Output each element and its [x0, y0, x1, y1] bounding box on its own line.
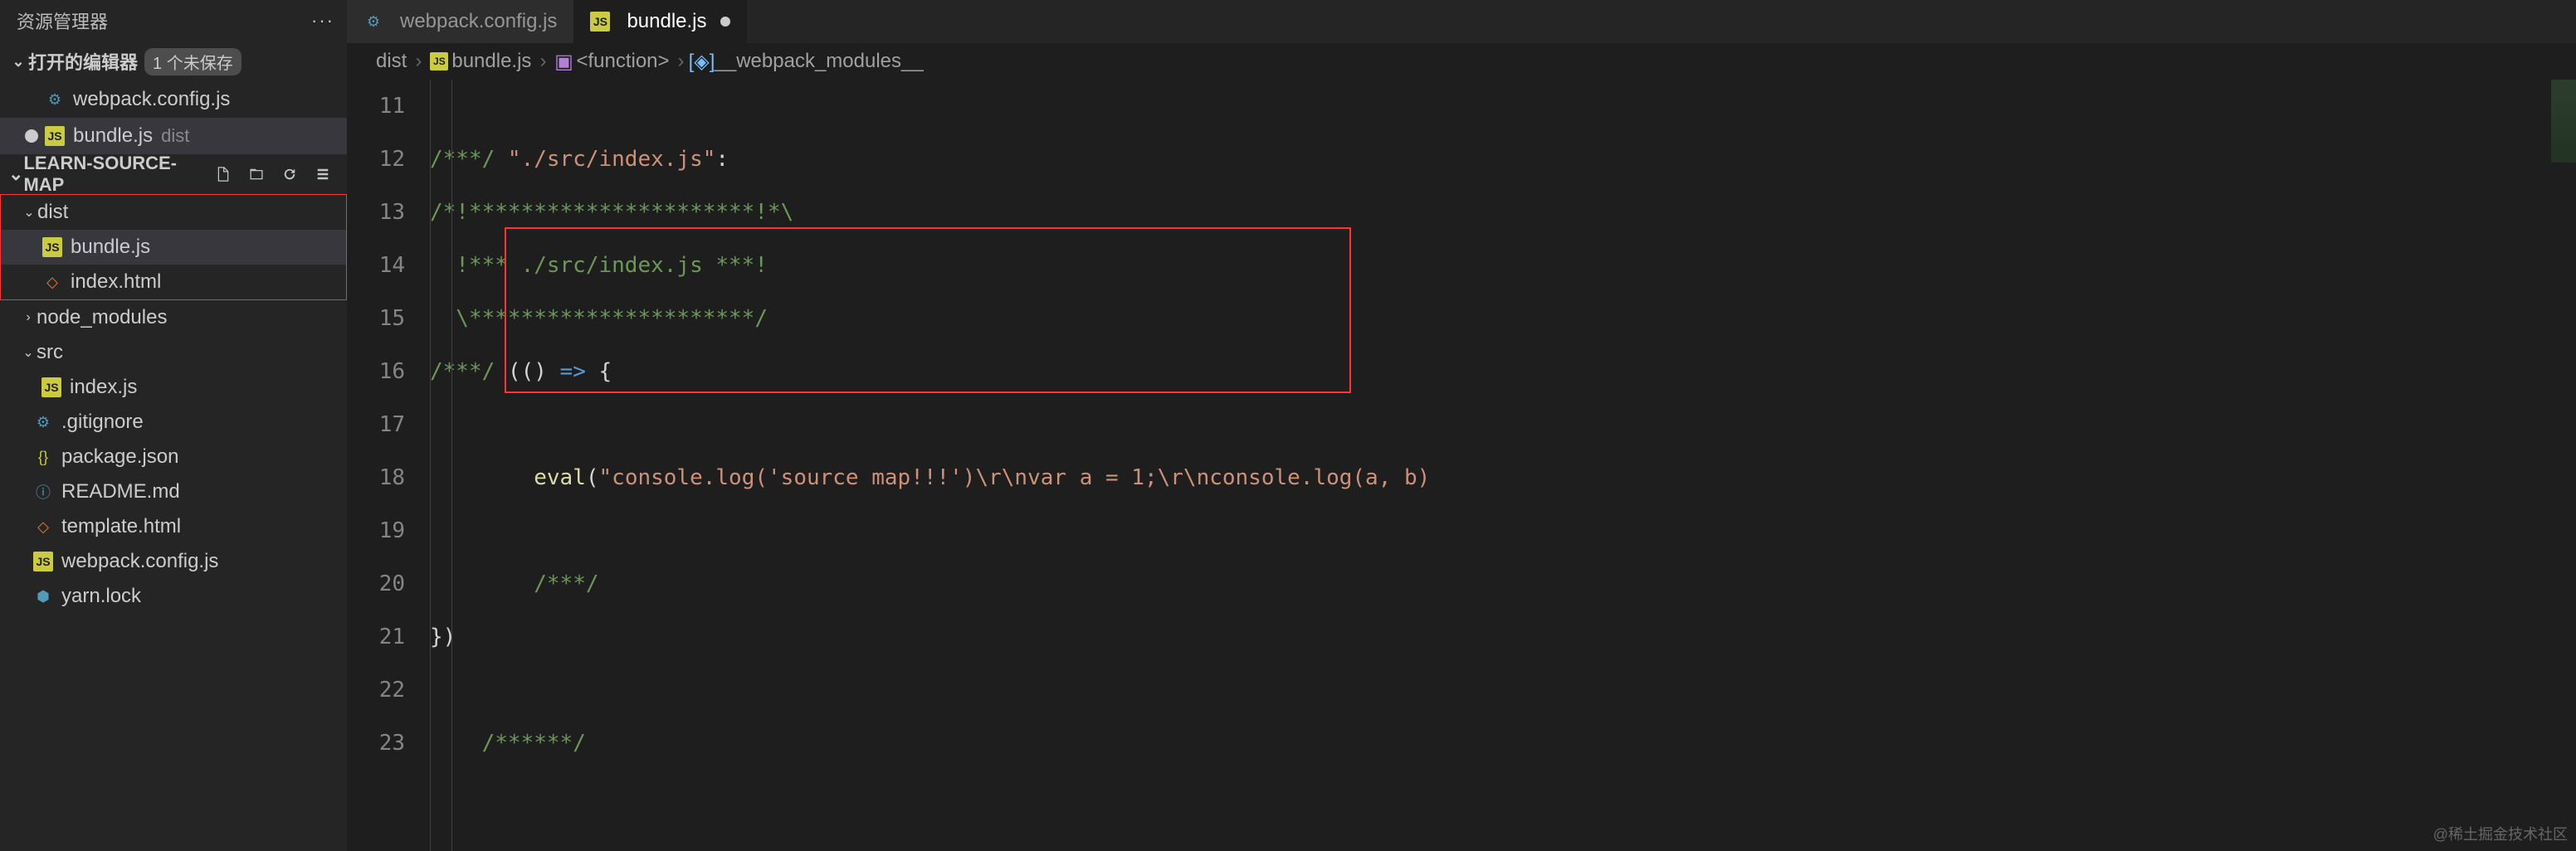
file-label: index.html	[71, 270, 161, 294]
folder-dist[interactable]: ⌄ dist	[1, 195, 346, 230]
file-yarn-lock[interactable]: ⬢ yarn.lock	[0, 579, 347, 614]
folder-node-modules[interactable]: › node_modules	[0, 300, 347, 335]
symbol-icon: [◈]	[693, 52, 711, 71]
file-package-json[interactable]: {} package.json	[0, 440, 347, 474]
watermark: @稀土掘金技术社区	[2433, 823, 2568, 844]
project-name: LEARN-SOURCE-MAP	[23, 153, 212, 196]
chevron-down-icon: ⌄	[20, 344, 37, 361]
tab-label: webpack.config.js	[400, 10, 557, 33]
file-label: yarn.lock	[61, 585, 141, 608]
explorer-header: 资源管理器 ···	[0, 0, 347, 41]
file-label: webpack.config.js	[61, 550, 218, 573]
collapse-icon[interactable]	[311, 163, 334, 186]
chevron-down-icon: ⌄	[8, 53, 28, 71]
cube-icon: ▣	[554, 52, 573, 71]
open-editor-item[interactable]: JS bundle.js dist	[0, 118, 347, 154]
html-icon: ◇	[33, 517, 53, 537]
gear-icon: ⚙	[33, 412, 53, 432]
file-gitignore[interactable]: ⚙ .gitignore	[0, 405, 347, 440]
minimap[interactable]	[2551, 80, 2576, 851]
file-label: bundle.js	[73, 124, 153, 148]
chevron-down-icon: ⌄	[21, 204, 37, 221]
project-actions	[212, 163, 347, 186]
folder-src[interactable]: ⌄ src	[0, 335, 347, 370]
tab-bar: ⚙ webpack.config.js JS bundle.js	[347, 0, 2576, 43]
line-gutter: 111213 141516 171819 202122 23	[347, 80, 430, 851]
file-label: .gitignore	[61, 411, 144, 434]
chevron-down-icon: ⌄	[8, 163, 23, 185]
chevron-right-icon: ›	[20, 310, 37, 325]
new-folder-icon[interactable]	[245, 163, 268, 186]
js-icon: JS	[590, 12, 610, 32]
info-icon: ⓘ	[33, 482, 53, 502]
tab-label: bundle.js	[627, 10, 706, 33]
modified-dot-icon	[25, 129, 38, 143]
file-index-html[interactable]: ◇ index.html	[1, 265, 346, 299]
file-label: package.json	[61, 445, 178, 469]
refresh-icon[interactable]	[278, 163, 301, 186]
js-icon: JS	[430, 52, 448, 71]
breadcrumb-part[interactable]: __webpack_modules__	[715, 50, 924, 73]
file-webpack-config[interactable]: JS webpack.config.js	[0, 544, 347, 579]
tab-bundle-js[interactable]: JS bundle.js	[573, 0, 746, 43]
lock-icon: ⬢	[33, 586, 53, 606]
json-icon: {}	[33, 447, 53, 467]
js-icon: JS	[33, 552, 53, 571]
folder-label: src	[37, 341, 63, 364]
file-label: template.html	[61, 515, 181, 538]
more-icon[interactable]: ···	[311, 10, 334, 32]
open-editors-section[interactable]: ⌄ 打开的编辑器 1 个未保存	[0, 41, 347, 81]
explorer-title: 资源管理器	[17, 7, 311, 34]
code-content[interactable]: /***/ "./src/index.js": /*!*************…	[430, 80, 2551, 851]
folder-label: dist	[37, 201, 68, 224]
new-file-icon[interactable]	[212, 163, 235, 186]
unsaved-badge: 1 个未保存	[144, 48, 242, 75]
editor-area: ⚙ webpack.config.js JS bundle.js dist › …	[347, 0, 2576, 851]
chevron-right-icon: ›	[415, 50, 422, 73]
file-label: index.js	[70, 376, 137, 399]
modified-placeholder	[25, 93, 38, 106]
chevron-right-icon: ›	[678, 50, 685, 73]
file-template-html[interactable]: ◇ template.html	[0, 509, 347, 544]
sidebar: 资源管理器 ··· ⌄ 打开的编辑器 1 个未保存 ⚙ webpack.conf…	[0, 0, 347, 851]
js-icon: JS	[41, 377, 61, 397]
gear-icon: ⚙	[45, 90, 65, 109]
open-editors-label: 打开的编辑器	[28, 48, 138, 75]
file-bundle-js[interactable]: JS bundle.js	[1, 230, 346, 265]
modified-dot-icon	[720, 17, 730, 27]
project-section[interactable]: ⌄ LEARN-SOURCE-MAP	[0, 154, 347, 194]
open-editor-item[interactable]: ⚙ webpack.config.js	[0, 81, 347, 118]
file-label: README.md	[61, 480, 180, 503]
folder-label: node_modules	[37, 306, 167, 329]
gear-icon: ⚙	[363, 12, 383, 32]
breadcrumb-part[interactable]: bundle.js	[451, 50, 531, 73]
file-desc: dist	[161, 125, 189, 147]
highlight-box: ⌄ dist JS bundle.js ◇ index.html	[0, 194, 347, 300]
tab-webpack-config[interactable]: ⚙ webpack.config.js	[347, 0, 573, 43]
file-label: bundle.js	[71, 236, 150, 259]
file-index-js[interactable]: JS index.js	[0, 370, 347, 405]
chevron-right-icon: ›	[539, 50, 546, 73]
code-editor[interactable]: 111213 141516 171819 202122 23 /***/ "./…	[347, 80, 2576, 851]
js-icon: JS	[42, 237, 62, 257]
file-readme[interactable]: ⓘ README.md	[0, 474, 347, 509]
html-icon: ◇	[42, 272, 62, 292]
file-label: webpack.config.js	[73, 88, 230, 111]
breadcrumb-part[interactable]: dist	[376, 50, 407, 73]
breadcrumb[interactable]: dist › JS bundle.js › ▣ <function> › [◈]…	[347, 43, 2576, 80]
breadcrumb-part[interactable]: <function>	[576, 50, 669, 73]
js-icon: JS	[45, 126, 65, 146]
